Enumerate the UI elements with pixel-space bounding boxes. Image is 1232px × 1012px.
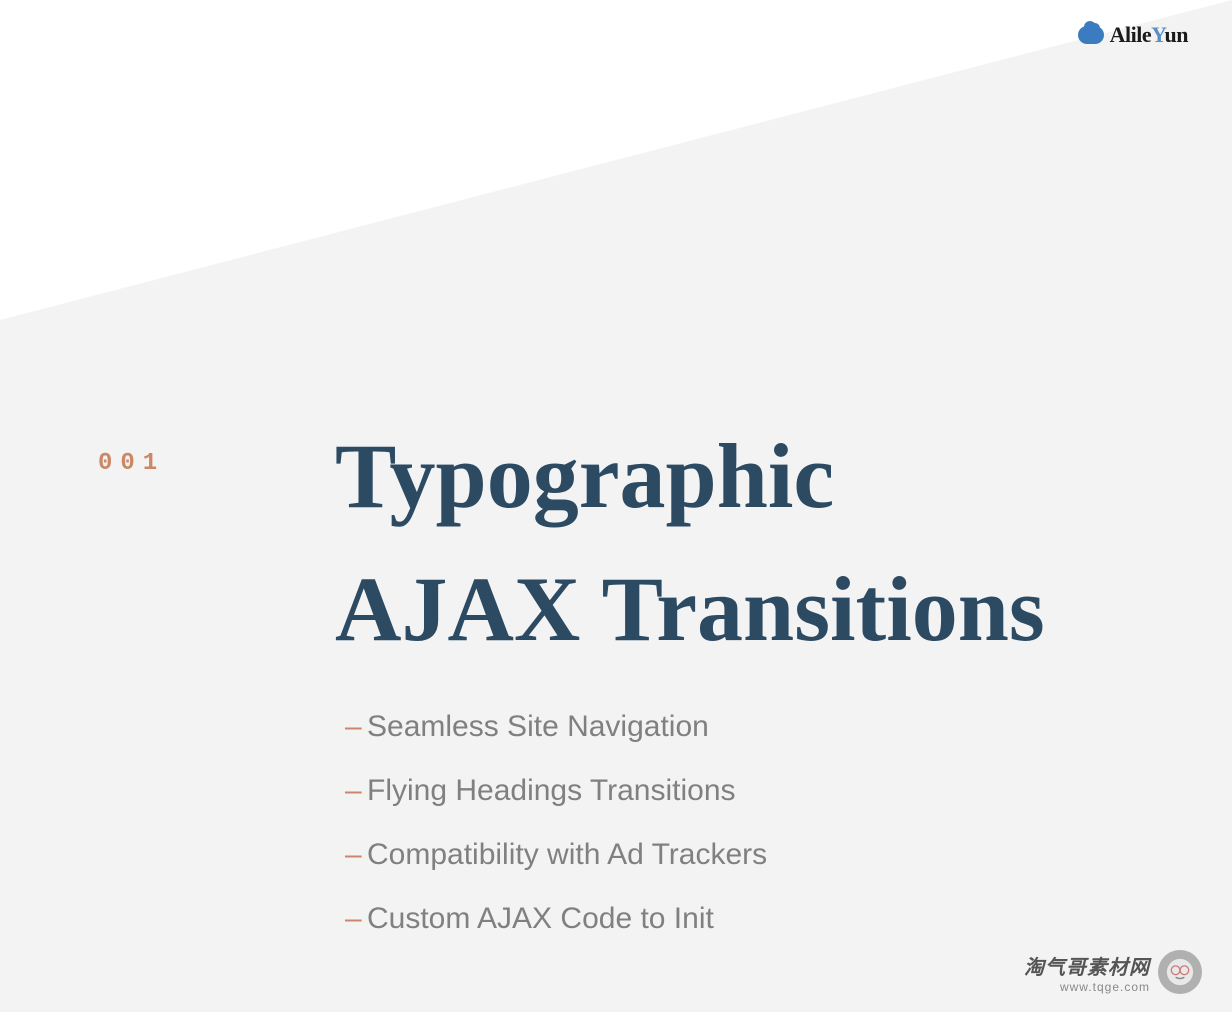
watermark-avatar-icon bbox=[1158, 950, 1202, 994]
brand-part1: Alile bbox=[1110, 22, 1152, 47]
watermark-text: 淘气哥素材网 www.tqge.com bbox=[1024, 951, 1150, 994]
feature-item: Flying Headings Transitions bbox=[345, 774, 767, 808]
slide-title: Typographic AJAX Transitions bbox=[335, 410, 1045, 677]
feature-item: Compatibility with Ad Trackers bbox=[345, 838, 767, 872]
feature-item: Seamless Site Navigation bbox=[345, 710, 767, 744]
feature-list: Seamless Site Navigation Flying Headings… bbox=[345, 710, 767, 966]
watermark: 淘气哥素材网 www.tqge.com bbox=[1024, 950, 1202, 994]
brand-part2: Y bbox=[1151, 22, 1164, 47]
title-line-2: AJAX Transitions bbox=[335, 558, 1045, 660]
watermark-url: www.tqge.com bbox=[1024, 980, 1150, 994]
slide-number: 001 bbox=[98, 450, 165, 477]
title-line-1: Typographic bbox=[335, 425, 834, 527]
brand-text: AlileYun bbox=[1110, 22, 1188, 48]
brand-logo: AlileYun bbox=[1078, 22, 1188, 48]
cloud-icon bbox=[1078, 26, 1104, 44]
diagonal-background bbox=[0, 0, 1232, 320]
watermark-title: 淘气哥素材网 bbox=[1024, 951, 1150, 980]
feature-item: Custom AJAX Code to Init bbox=[345, 902, 767, 936]
brand-part3: un bbox=[1165, 22, 1188, 47]
